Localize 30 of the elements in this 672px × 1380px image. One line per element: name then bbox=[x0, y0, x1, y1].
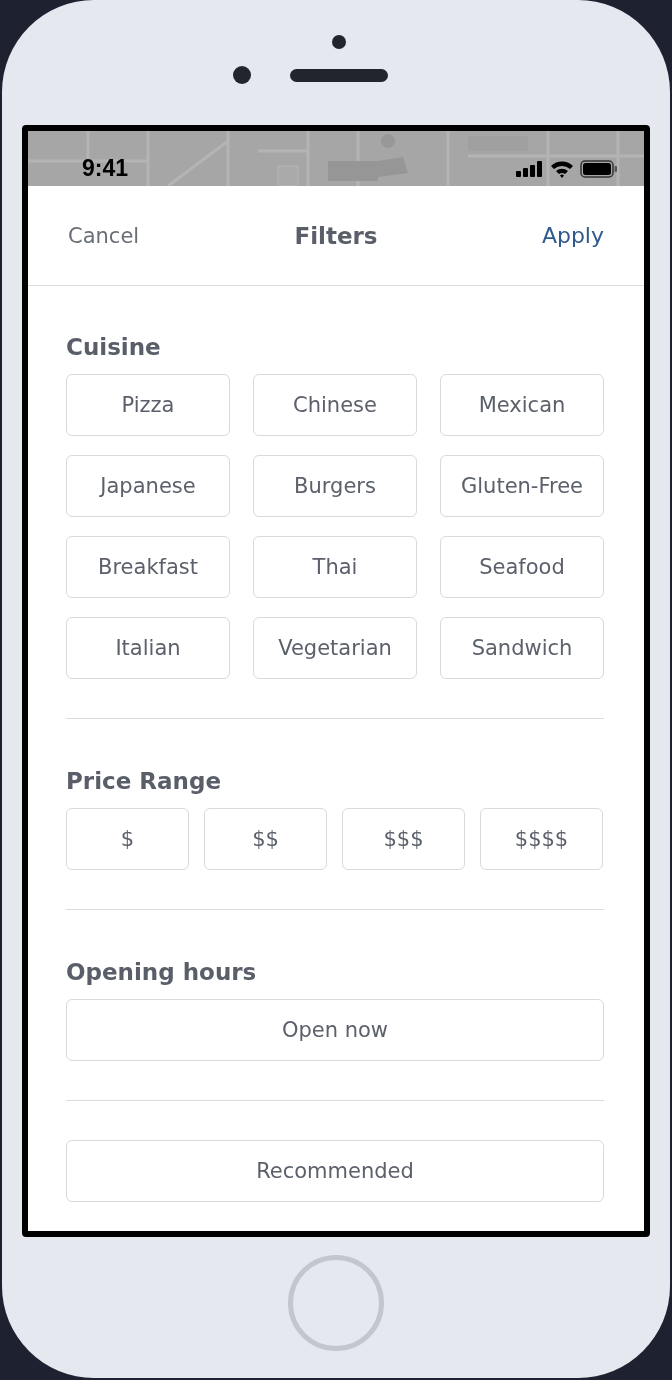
sensor-dot bbox=[332, 35, 346, 49]
filter-option[interactable]: Breakfast bbox=[66, 536, 230, 598]
section-heading: Cuisine bbox=[66, 333, 162, 362]
signal-icon bbox=[516, 160, 544, 177]
filter-option[interactable]: Recommended bbox=[66, 1140, 604, 1202]
sheet-title: Filters bbox=[294, 222, 378, 249]
filter-option[interactable]: Thai bbox=[253, 536, 417, 598]
section-heading: Price Range bbox=[66, 767, 222, 796]
section-heading: Opening hours bbox=[66, 958, 258, 987]
filter-option[interactable]: Japanese bbox=[66, 455, 230, 517]
filter-option[interactable]: Pizza bbox=[66, 374, 230, 436]
filter-option[interactable]: Seafood bbox=[440, 536, 604, 598]
filter-option[interactable]: $ bbox=[66, 808, 189, 870]
status-time: 9:41 bbox=[82, 155, 129, 182]
filter-option[interactable]: $$ bbox=[204, 808, 327, 870]
filter-option[interactable]: Mexican bbox=[440, 374, 604, 436]
filter-option[interactable]: $$$ bbox=[342, 808, 465, 870]
apply-button[interactable]: Apply bbox=[541, 223, 604, 248]
filter-option[interactable]: Sandwich bbox=[440, 617, 604, 679]
filter-option[interactable]: Gluten-Free bbox=[440, 455, 604, 517]
cancel-button[interactable]: Cancel bbox=[68, 223, 140, 248]
battery-icon bbox=[580, 159, 618, 178]
filter-option[interactable]: Italian bbox=[66, 617, 230, 679]
filter-option[interactable]: Vegetarian bbox=[253, 617, 417, 679]
camera-lens bbox=[233, 66, 251, 84]
wifi-icon bbox=[550, 159, 574, 178]
filter-option[interactable]: $$$$ bbox=[480, 808, 603, 870]
filter-option[interactable]: Burgers bbox=[253, 455, 417, 517]
filter-option[interactable]: Open now bbox=[66, 999, 604, 1061]
filter-option[interactable]: Chinese bbox=[253, 374, 417, 436]
